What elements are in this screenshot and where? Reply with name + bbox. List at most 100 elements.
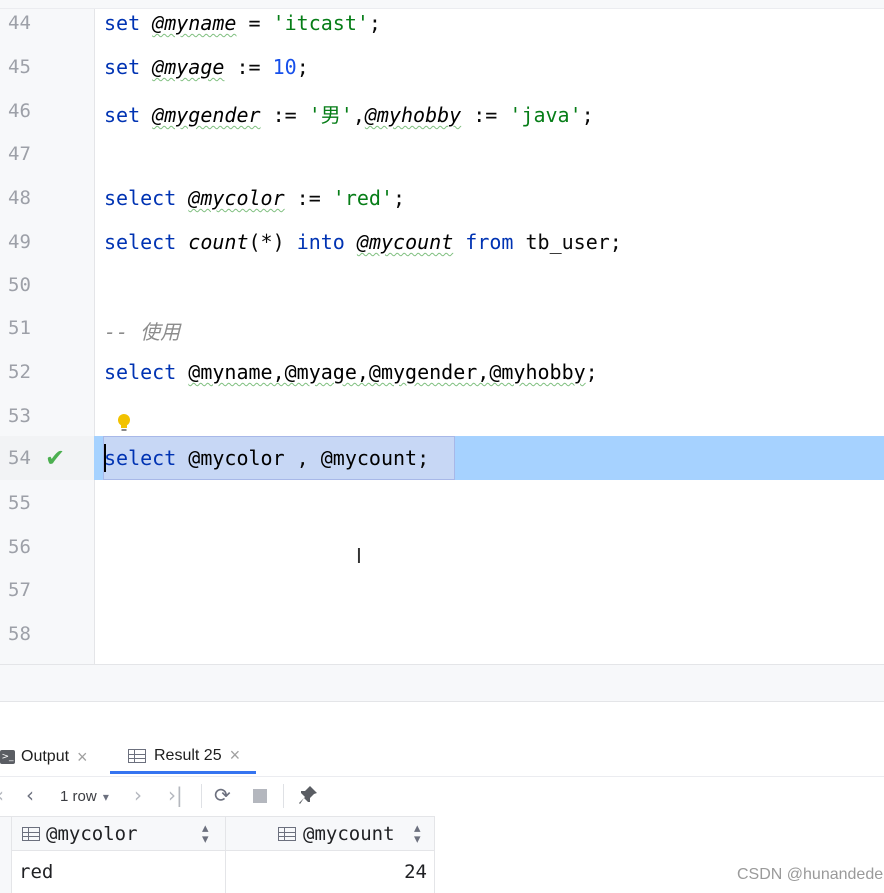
code-editor[interactable]: 44 set @myname = 'itcast'; 45 set @myage… xyxy=(0,0,884,664)
stop-icon[interactable] xyxy=(253,789,267,803)
row-gutter[interactable] xyxy=(0,851,12,893)
next-page-icon[interactable]: › xyxy=(134,785,142,805)
watermark: CSDN @hunandede xyxy=(737,866,884,883)
code-line-53[interactable]: 53 xyxy=(0,394,884,438)
comma: , xyxy=(352,103,365,127)
line-number: 46 xyxy=(8,100,31,122)
code-text[interactable]: set @myname = 'itcast'; xyxy=(104,11,381,35)
close-icon[interactable]: × xyxy=(230,745,241,766)
line-number: 50 xyxy=(8,274,31,296)
table-name: tb_user xyxy=(525,230,610,254)
execution-success-check-icon: ✔ xyxy=(45,444,66,472)
column-header-label: @mycount xyxy=(303,823,395,845)
code-line-52[interactable]: 52 select @myname,@myage,@mygender,@myho… xyxy=(0,350,884,394)
keyword-set: set xyxy=(104,55,141,79)
chevron-down-icon: ▾ xyxy=(102,790,109,804)
pin-icon[interactable] xyxy=(298,785,318,807)
line-number: 49 xyxy=(8,231,31,253)
intention-lightbulb-icon[interactable] xyxy=(117,413,131,433)
column-header-label: @mycolor xyxy=(46,823,138,845)
line-number: 58 xyxy=(8,623,31,645)
code-line-51[interactable]: 51 -- 使用 xyxy=(0,306,884,350)
row-count-selector[interactable]: 1 row ▾ xyxy=(60,788,109,805)
mouse-ibeam-cursor-icon: I xyxy=(356,544,362,568)
code-text[interactable]: set @mygender := '男', @myhobby := 'java'; xyxy=(104,99,594,128)
line-number: 55 xyxy=(8,492,31,514)
line-number: 52 xyxy=(8,361,31,383)
keyword-from: from xyxy=(465,230,514,254)
code-line-56[interactable]: 56 xyxy=(0,525,884,569)
sort-icon[interactable]: ▴ ▾ xyxy=(202,822,209,846)
code-line-44[interactable]: 44 set @myname = 'itcast'; xyxy=(0,1,884,45)
tab-label: Output xyxy=(21,748,70,765)
cell-value: red xyxy=(19,861,54,883)
variable-mycount: @mycount xyxy=(356,230,454,254)
close-icon[interactable]: × xyxy=(77,747,88,768)
tab-label: Result 25 xyxy=(154,746,222,764)
refresh-icon[interactable]: ⟳ xyxy=(214,785,231,805)
first-page-icon[interactable]: ‹ xyxy=(0,785,4,805)
sort-icon[interactable]: ▴ ▾ xyxy=(414,822,421,846)
text-caret xyxy=(104,444,106,472)
table-cell-mycount[interactable]: 24 xyxy=(226,851,435,893)
results-tab-bar: >_ Output × Result 25 × xyxy=(0,740,884,774)
semicolon: ; xyxy=(393,186,406,210)
line-number: 48 xyxy=(8,187,31,209)
code-line-58[interactable]: 58 xyxy=(0,612,884,656)
code-text[interactable]: select @mycolor , @mycount; xyxy=(104,446,429,470)
variable-mycount: @mycount xyxy=(320,446,418,470)
comma: , xyxy=(284,446,321,470)
operator: := xyxy=(260,103,309,127)
semicolon: ; xyxy=(585,360,598,384)
code-text[interactable]: set @myage := 10; xyxy=(104,55,309,79)
code-text[interactable]: -- 使用 xyxy=(104,316,180,345)
code-line-48[interactable]: 48 select @mycolor := 'red'; xyxy=(0,176,884,220)
variable-mycolor: @mycolor xyxy=(188,186,285,210)
string-literal: '男' xyxy=(308,103,353,127)
toolbar-divider xyxy=(283,784,284,808)
column-header-mycount[interactable]: @mycount ▴ ▾ xyxy=(226,817,435,851)
result-grid[interactable]: @mycolor ▴ ▾ @mycount ▴ ▾ red 24 xyxy=(0,816,435,893)
column-header-mycolor[interactable]: @mycolor ▴ ▾ xyxy=(12,817,226,851)
code-line-55[interactable]: 55 xyxy=(0,481,884,525)
code-line-57[interactable]: 57 xyxy=(0,568,884,612)
toolbar-divider xyxy=(201,784,202,808)
last-page-icon[interactable]: ›| xyxy=(168,785,183,805)
function-count: count xyxy=(188,230,249,254)
tab-output[interactable]: >_ Output × xyxy=(0,740,88,774)
keyword-select: select xyxy=(104,446,177,470)
panel-divider[interactable] xyxy=(0,664,884,702)
row-count-label: 1 row xyxy=(60,788,97,805)
cell-value: 24 xyxy=(404,861,427,883)
column-icon xyxy=(278,827,296,841)
semicolon: ; xyxy=(368,11,381,35)
column-icon xyxy=(22,827,40,841)
variable-mycolor: @mycolor xyxy=(188,446,285,470)
keyword-set: set xyxy=(104,11,141,35)
prev-page-icon[interactable]: ‹ xyxy=(26,785,34,805)
semicolon: ; xyxy=(417,446,430,470)
results-toolbar: ‹ ‹ 1 row ▾ › ›| ⟳ xyxy=(0,776,884,815)
table-cell-mycolor[interactable]: red xyxy=(12,851,226,893)
variable-mygender: @mygender xyxy=(152,103,261,127)
string-literal: 'red' xyxy=(332,186,394,210)
keyword-select: select xyxy=(104,360,177,384)
code-line-47[interactable]: 47 xyxy=(0,132,884,176)
code-text[interactable]: select @mycolor := 'red'; xyxy=(104,186,405,210)
operator: := xyxy=(461,103,510,127)
row-gutter-header xyxy=(0,817,12,851)
code-line-45[interactable]: 45 set @myage := 10; xyxy=(0,45,884,89)
line-number: 45 xyxy=(8,56,31,78)
code-text[interactable]: select @myname,@myage,@mygender,@myhobby… xyxy=(104,360,598,384)
variable-list: @myname,@myage,@mygender,@myhobby xyxy=(188,360,586,384)
code-text[interactable]: select count (*) into @mycount from tb_us… xyxy=(104,230,622,254)
code-line-54[interactable]: 54 ✔ select @mycolor , @mycount; xyxy=(0,436,884,480)
line-number: 47 xyxy=(8,143,31,165)
line-number: 51 xyxy=(8,317,31,339)
code-line-50[interactable]: 50 xyxy=(0,263,884,307)
string-literal: 'java' xyxy=(509,103,582,127)
comment: -- 使用 xyxy=(104,320,181,344)
code-line-49[interactable]: 49 select count (*) into @mycount from tb… xyxy=(0,220,884,264)
tab-result-25[interactable]: Result 25 × xyxy=(110,740,257,774)
code-line-46[interactable]: 46 set @mygender := '男', @myhobby := 'jav… xyxy=(0,89,884,133)
